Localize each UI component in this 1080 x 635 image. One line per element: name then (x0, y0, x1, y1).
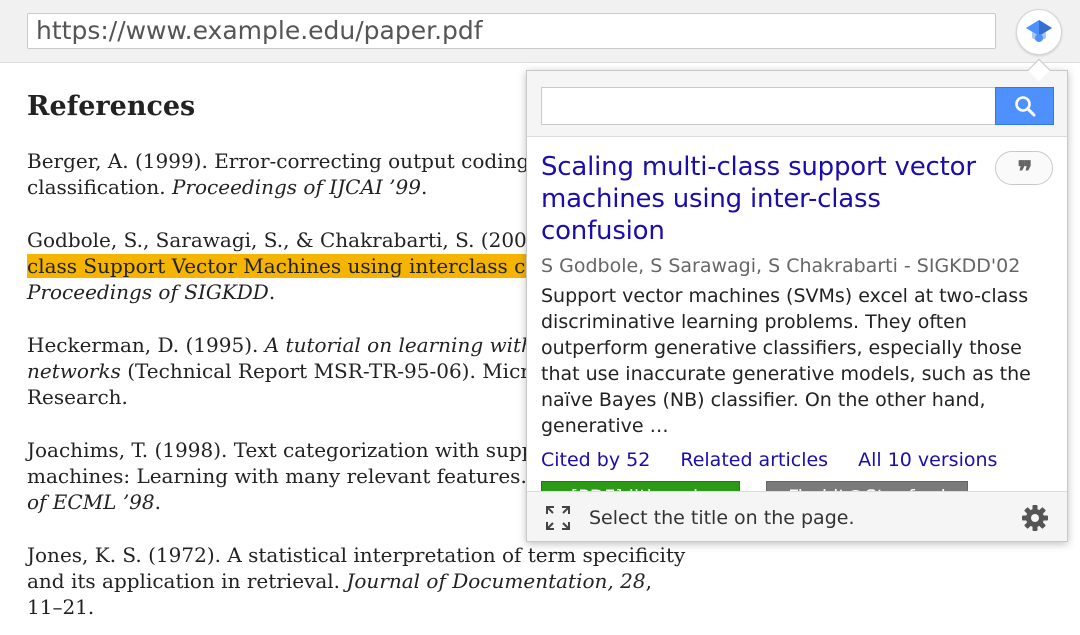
result-title-link[interactable]: Scaling multi-class support vector machi… (541, 151, 991, 247)
popup-footer: Select the title on the page. (527, 491, 1067, 541)
reference-line: Jones, K. S. (1972). A statistical inter… (27, 543, 686, 567)
result-snippet: Support vector machines (SVMs) excel at … (541, 285, 1031, 437)
scholar-popup: Scaling multi-class support vector machi… (526, 70, 1068, 542)
cite-button[interactable]: ❞ (995, 151, 1053, 188)
gear-icon[interactable] (1020, 503, 1050, 533)
reference-line: 11–21. (27, 595, 95, 619)
expand-icon[interactable] (544, 504, 572, 532)
footer-hint-text: Select the title on the page. (589, 507, 855, 529)
search-icon (1014, 96, 1035, 117)
reference-line: and its application in retrieval. Journa… (27, 569, 652, 593)
related-articles-link[interactable]: Related articles (680, 449, 828, 471)
browser-toolbar: https://www.example.edu/paper.pdf (0, 0, 1080, 63)
scholar-extension-button[interactable] (1016, 9, 1062, 55)
cited-by-link[interactable]: Cited by 52 (541, 449, 650, 471)
graduation-cap-icon (1026, 20, 1052, 42)
reference-item: Jones, K. S. (1972). A statistical inter… (27, 542, 707, 620)
search-button[interactable] (995, 87, 1054, 125)
all-versions-link[interactable]: All 10 versions (858, 449, 997, 471)
search-result: Scaling multi-class support vector machi… (541, 151, 1055, 511)
search-input[interactable] (541, 87, 997, 125)
quote-icon: ❞ (1017, 155, 1032, 188)
result-authors: S Godbole, S Sarawagi, S Chakrabarti - S… (541, 255, 1021, 277)
url-bar[interactable]: https://www.example.edu/paper.pdf (27, 13, 996, 49)
popup-search-bar (527, 71, 1067, 137)
result-links: Cited by 52 Related articles All 10 vers… (541, 447, 1055, 473)
